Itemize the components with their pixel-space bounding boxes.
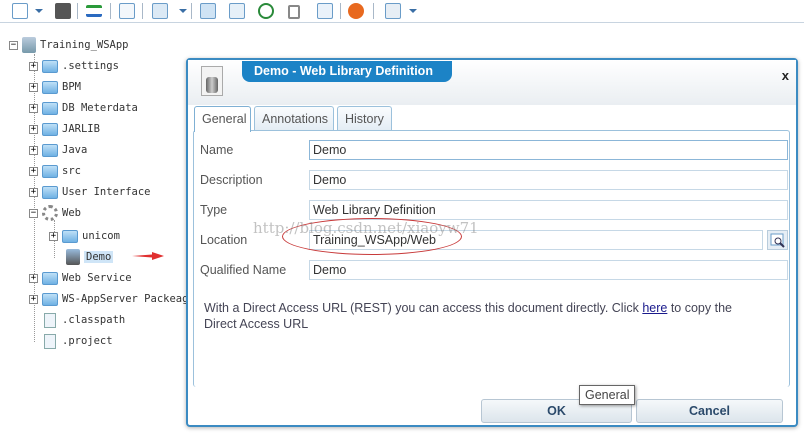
tree-item-unicom[interactable]: + unicom <box>49 228 120 244</box>
edit-icon[interactable] <box>385 3 401 19</box>
folder-icon <box>42 80 58 94</box>
dialog-title: Demo - Web Library Definition <box>242 61 452 82</box>
tree-item-settings[interactable]: + .settings <box>29 58 119 74</box>
tree-item-bpm[interactable]: + BPM <box>29 79 81 95</box>
search-icon <box>770 233 785 248</box>
qualified-name-label: Qualified Name <box>200 263 287 277</box>
tree-label: User Interface <box>62 186 151 198</box>
toolbar <box>0 0 804 23</box>
cancel-button[interactable]: Cancel <box>636 399 783 423</box>
tree-item-db-meterdata[interactable]: + DB Meterdata <box>29 100 138 116</box>
tree-label: Web <box>62 207 81 219</box>
project-tree: − Training_WSApp + .settings + BPM + DB Mete… <box>0 24 195 433</box>
tree-label: Web Service <box>62 272 132 284</box>
tree-label: BPM <box>62 81 81 93</box>
copy-url-link[interactable]: here <box>642 301 667 315</box>
tree-label: .project <box>62 335 113 347</box>
sync-icon[interactable] <box>86 5 102 17</box>
folder-icon <box>62 229 78 243</box>
tab-general[interactable]: General <box>194 106 251 132</box>
tree-label: .settings <box>62 60 119 72</box>
tree-item-project[interactable]: .project <box>42 333 113 349</box>
qualified-name-input[interactable]: Demo <box>309 260 788 280</box>
tree-label: Java <box>62 144 88 156</box>
file-icon <box>44 312 56 328</box>
red-ellipse-annotation <box>282 218 462 255</box>
stop-icon[interactable] <box>348 3 364 19</box>
folder-icon <box>42 143 58 157</box>
tree-root[interactable]: − Training_WSApp <box>9 37 129 53</box>
tree-label: .classpath <box>62 314 126 326</box>
tree-label: JARLIB <box>62 123 100 135</box>
type-label: Type <box>200 203 228 217</box>
general-panel <box>193 130 790 387</box>
edit-dropdown-icon[interactable] <box>409 9 417 13</box>
tree-item-jarlib[interactable]: + JARLIB <box>29 121 100 137</box>
import-icon[interactable] <box>200 3 216 19</box>
gear-icon <box>42 205 58 221</box>
save-all-icon[interactable] <box>55 3 71 19</box>
folder-icon <box>42 185 58 199</box>
tree-item-demo[interactable]: Demo <box>66 249 114 265</box>
description-label: Description <box>200 173 263 187</box>
folder-icon <box>42 271 58 285</box>
tooltip: General <box>579 385 636 405</box>
new-document-icon[interactable] <box>12 3 28 19</box>
copy-dropdown-icon[interactable] <box>179 9 187 13</box>
export-icon[interactable] <box>229 3 245 19</box>
tree-item-user-interface[interactable]: + User Interface <box>29 184 151 200</box>
name-label: Name <box>200 143 234 157</box>
file-icon <box>44 333 56 349</box>
description-input[interactable]: Demo <box>309 170 788 190</box>
red-arrow-annotation <box>132 252 164 260</box>
tree-item-src[interactable]: + src <box>29 163 81 179</box>
tree-label: DB Meterdata <box>62 102 138 114</box>
folder-icon <box>42 164 58 178</box>
web-library-definition-dialog: Demo - Web Library Definition x General … <box>186 58 798 427</box>
lock-icon[interactable] <box>288 5 300 19</box>
project-icon <box>22 37 36 53</box>
copy-icon[interactable] <box>152 3 168 19</box>
document-icon[interactable] <box>119 3 135 19</box>
type-input[interactable]: Web Library Definition <box>309 200 788 220</box>
web-library-icon <box>66 249 80 265</box>
new-dropdown-icon[interactable] <box>35 9 43 13</box>
folder-icon <box>42 101 58 115</box>
name-input[interactable]: Demo <box>309 140 788 160</box>
tree-label: Training_WSApp <box>40 39 129 51</box>
folder-icon <box>42 122 58 136</box>
tree-item-web-service[interactable]: + Web Service <box>29 270 132 286</box>
folder-icon <box>42 59 58 73</box>
tree-label: src <box>62 165 81 177</box>
tree-item-classpath[interactable]: .classpath <box>42 312 125 328</box>
tree-label: WS-AppServer Packeage <box>62 293 195 305</box>
tab-annotations[interactable]: Annotations <box>254 106 334 131</box>
note-text: With a Direct Access URL (REST) you can … <box>204 301 643 315</box>
tree-label: Demo <box>84 251 114 263</box>
web-library-icon <box>201 66 223 96</box>
location-label: Location <box>200 233 248 247</box>
browse-location-button[interactable] <box>767 230 788 250</box>
tree-item-java[interactable]: + Java <box>29 142 87 158</box>
history-icon[interactable] <box>258 3 274 19</box>
tab-history[interactable]: History <box>337 106 392 131</box>
revert-icon[interactable] <box>317 3 333 19</box>
tree-item-ws-appserver[interactable]: + WS-AppServer Packeage <box>29 291 195 307</box>
tree-item-web[interactable]: − Web <box>29 205 81 221</box>
tree-label: unicom <box>82 230 120 242</box>
direct-access-note: With a Direct Access URL (REST) you can … <box>204 300 764 332</box>
folder-icon <box>42 292 58 306</box>
close-icon[interactable]: x <box>782 68 789 83</box>
